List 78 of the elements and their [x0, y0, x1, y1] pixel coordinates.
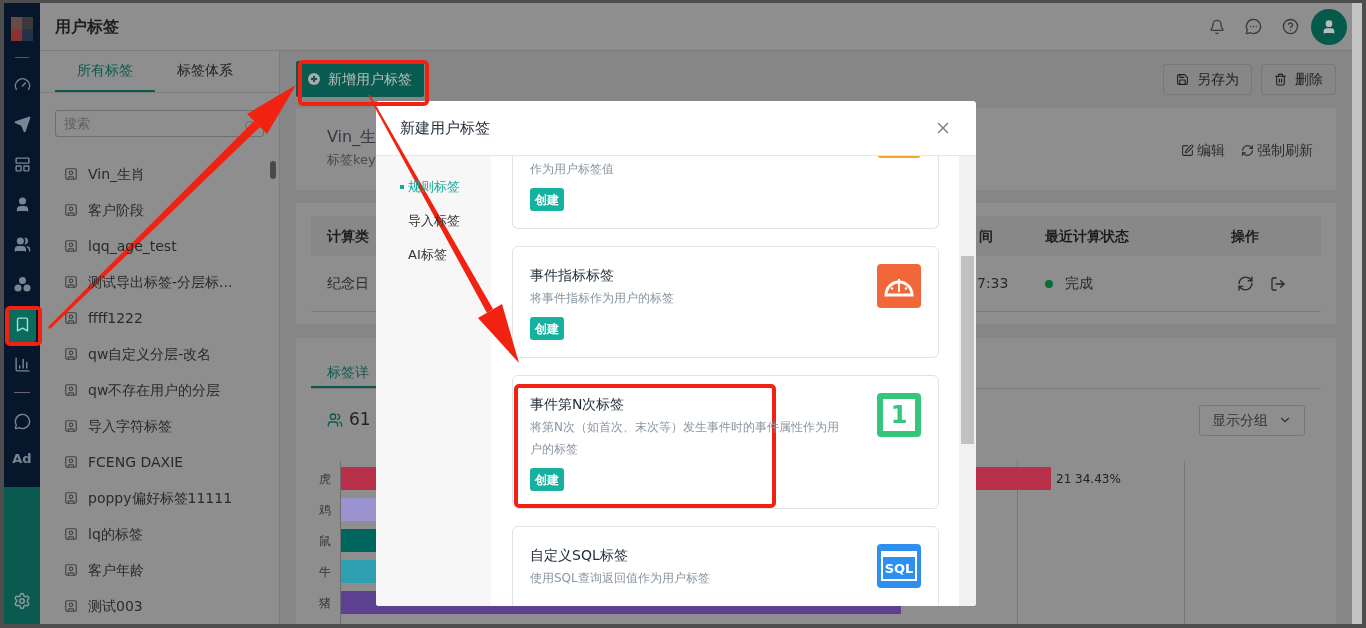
create-button[interactable]: 创建	[530, 468, 564, 491]
user-tag-icon	[64, 491, 78, 505]
user-tag-icon	[64, 383, 78, 397]
user-tag-icon	[64, 599, 78, 613]
recompute-icon[interactable]	[1237, 275, 1254, 292]
plus-icon	[308, 73, 320, 85]
user-tag-icon	[64, 311, 78, 325]
tab[interactable]: 标签体系	[155, 51, 255, 93]
axis-label: 鼠	[319, 532, 331, 550]
trash-icon	[1274, 72, 1287, 86]
bell-icon[interactable]	[1209, 18, 1225, 35]
nav-item[interactable]: Ad	[8, 443, 36, 475]
tag-list-item[interactable]: 测试003	[88, 595, 143, 617]
logo-icon	[11, 17, 33, 41]
user-tag-icon	[64, 167, 78, 181]
tag-key-label: 标签key	[327, 151, 377, 169]
user-count: 61	[349, 408, 371, 432]
table-cell: 7:33	[977, 275, 1009, 291]
column-header: 操作	[1231, 226, 1259, 246]
card-description: 将事件指标作为用户的标签	[530, 290, 674, 307]
number-badge-icon: 1	[877, 393, 921, 437]
sql-icon: SQL	[877, 544, 921, 588]
export-icon[interactable]	[1270, 275, 1286, 292]
create-button[interactable]: 创建	[530, 188, 564, 211]
user-tag-icon	[64, 239, 78, 253]
column-header: 间	[979, 227, 993, 244]
tag-list-item[interactable]: 客户年龄	[88, 559, 144, 581]
menu-item[interactable]: AI标签	[376, 238, 491, 272]
card-description: 作为用户标签值	[530, 161, 614, 178]
tab[interactable]: 所有标签	[55, 51, 155, 93]
create-button[interactable]: 创建	[530, 317, 564, 340]
tag-name: Vin_生	[327, 126, 377, 148]
page-title: 用户标签	[55, 15, 119, 38]
card-title: 事件第N次标签	[530, 395, 625, 414]
save-icon	[1176, 72, 1189, 86]
card-description: 使用SQL查询返回值作为用户标签	[530, 570, 710, 587]
user-tag-icon	[64, 563, 78, 577]
users-icon	[327, 412, 343, 428]
tag-list-item[interactable]: ffff1222	[88, 307, 143, 329]
axis-label: 鸡	[319, 501, 331, 519]
column-header: 最近计算状态	[1045, 226, 1130, 246]
axis-label: 虎	[319, 470, 331, 488]
modal-title: 新建用户标签	[400, 117, 490, 139]
settings-icon[interactable]	[13, 592, 31, 610]
tag-list-item[interactable]: lq的标签	[88, 523, 143, 545]
axis-label: 猪	[319, 594, 331, 612]
user-tag-icon	[64, 527, 78, 541]
edit-icon	[1181, 144, 1194, 157]
tag-list-item[interactable]: poppy偏好标签11111	[88, 487, 233, 509]
refresh-icon	[1241, 144, 1254, 157]
tag-list-item[interactable]: 客户阶段	[88, 199, 144, 221]
tag-list-item[interactable]: Vin_生肖	[88, 163, 146, 185]
chat-icon[interactable]	[1245, 18, 1262, 35]
tag-list-item[interactable]: qw不存在用户的分层	[88, 379, 221, 401]
tag-list-item[interactable]: qw自定义分层-改名	[88, 343, 212, 365]
tag-list-item[interactable]: FCENG DAXIE	[88, 451, 184, 473]
help-icon[interactable]	[1282, 18, 1299, 35]
avatar[interactable]	[1311, 8, 1347, 45]
scrollbar-thumb[interactable]	[270, 161, 276, 179]
user-tag-icon	[64, 275, 78, 289]
save-as-button[interactable]: 另存为	[1163, 63, 1252, 95]
delete-button[interactable]: 删除	[1261, 63, 1336, 95]
bar-value: 21 34.43%	[1056, 470, 1121, 488]
tag-list-item[interactable]: 导入字符标签	[88, 415, 172, 437]
card-title: 自定义SQL标签	[530, 546, 628, 565]
table-cell: 纪念日	[327, 275, 369, 291]
edit-link[interactable]: 编辑	[1181, 140, 1225, 161]
group-dropdown[interactable]: 显示分组	[1199, 404, 1305, 436]
user-tag-icon	[64, 203, 78, 217]
status-text: 完成	[1065, 274, 1093, 293]
refresh-link[interactable]: 强制刷新	[1241, 140, 1313, 161]
user-tag-icon	[64, 455, 78, 469]
highlight-frame	[5, 306, 42, 346]
column-header: 计算类	[327, 227, 369, 244]
axis-label: 牛	[319, 563, 331, 581]
user-tag-icon	[64, 347, 78, 361]
user-tag-icon	[64, 419, 78, 433]
card-title: 事件指标标签	[530, 266, 614, 285]
